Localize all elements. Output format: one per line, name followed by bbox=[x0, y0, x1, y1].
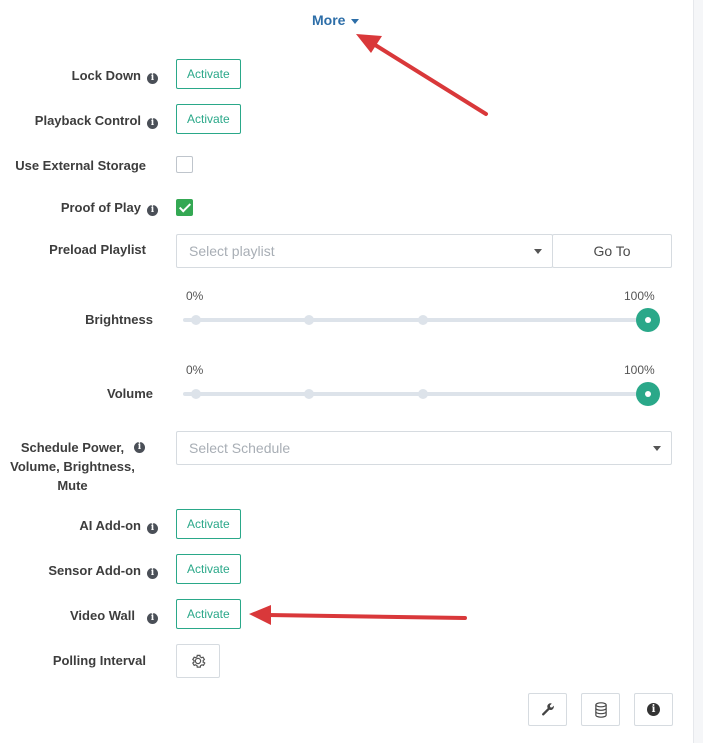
info-icon[interactable]: i bbox=[147, 613, 158, 624]
lock-down-activate-button[interactable]: Activate bbox=[176, 59, 241, 89]
playback-control-label: Playback Control i bbox=[35, 111, 158, 130]
volume-max-label: 100% bbox=[624, 363, 655, 377]
proof-of-play-checkbox[interactable] bbox=[176, 199, 193, 216]
info-icon[interactable]: i bbox=[147, 568, 158, 579]
slider-tick bbox=[418, 389, 428, 399]
go-to-button[interactable]: Go To bbox=[552, 234, 672, 268]
storage-button[interactable] bbox=[581, 693, 620, 726]
polling-interval-label: Polling Interval bbox=[52, 653, 146, 668]
annotation-arrow bbox=[356, 34, 488, 116]
info-icon[interactable]: i bbox=[147, 118, 158, 129]
brightness-max-label: 100% bbox=[624, 289, 655, 303]
brightness-slider[interactable] bbox=[183, 308, 660, 332]
volume-slider-handle[interactable] bbox=[636, 382, 660, 406]
chevron-down-icon bbox=[534, 249, 542, 254]
schedule-label: Schedule Power, Volume, Brightness, Mute bbox=[10, 440, 135, 493]
external-storage-checkbox[interactable] bbox=[176, 156, 193, 173]
tools-button[interactable] bbox=[528, 693, 567, 726]
more-label: More bbox=[312, 12, 346, 28]
playlist-select[interactable]: Select playlist bbox=[176, 234, 553, 268]
external-storage-label: Use External Storage bbox=[15, 158, 146, 173]
info-icon[interactable]: i bbox=[147, 205, 158, 216]
database-icon bbox=[594, 701, 607, 718]
volume-label: Volume bbox=[107, 386, 153, 401]
info-icon: i bbox=[647, 703, 660, 716]
playlist-select-placeholder: Select playlist bbox=[189, 243, 275, 259]
info-icon[interactable]: i bbox=[147, 523, 158, 534]
schedule-select-placeholder: Select Schedule bbox=[189, 440, 291, 456]
ai-addon-activate-button[interactable]: Activate bbox=[176, 509, 241, 539]
brightness-slider-handle[interactable] bbox=[636, 308, 660, 332]
slider-tick bbox=[304, 389, 314, 399]
chevron-down-icon bbox=[653, 446, 661, 451]
preload-playlist-label: Preload Playlist bbox=[49, 242, 146, 257]
ai-addon-label: AI Add-on i bbox=[79, 516, 158, 535]
lock-down-label: Lock Down i bbox=[72, 66, 158, 85]
sensor-addon-label: Sensor Add-on i bbox=[48, 561, 158, 580]
volume-min-label: 0% bbox=[186, 363, 204, 377]
info-icon[interactable]: i bbox=[147, 73, 158, 84]
slider-tick bbox=[191, 315, 201, 325]
brightness-min-label: 0% bbox=[186, 289, 204, 303]
more-toggle[interactable]: More bbox=[312, 12, 360, 28]
slider-tick bbox=[304, 315, 314, 325]
annotation-arrow bbox=[249, 605, 467, 625]
right-panel-edge bbox=[693, 0, 703, 743]
wrench-icon bbox=[541, 702, 554, 715]
slider-tick bbox=[418, 315, 428, 325]
video-wall-label: Video Wall i bbox=[70, 606, 158, 625]
info-button[interactable]: i bbox=[634, 693, 673, 726]
gear-icon bbox=[192, 654, 206, 668]
polling-interval-settings-button[interactable] bbox=[176, 644, 220, 678]
brightness-label: Brightness bbox=[85, 312, 153, 327]
proof-of-play-label: Proof of Play i bbox=[61, 198, 158, 217]
info-icon[interactable]: i bbox=[134, 442, 145, 453]
playback-control-activate-button[interactable]: Activate bbox=[176, 104, 241, 134]
video-wall-activate-button[interactable]: Activate bbox=[176, 599, 241, 629]
slider-tick bbox=[191, 389, 201, 399]
volume-slider[interactable] bbox=[183, 382, 660, 406]
sensor-addon-activate-button[interactable]: Activate bbox=[176, 554, 241, 584]
caret-down-icon bbox=[351, 18, 360, 24]
schedule-select[interactable]: Select Schedule bbox=[176, 431, 672, 465]
